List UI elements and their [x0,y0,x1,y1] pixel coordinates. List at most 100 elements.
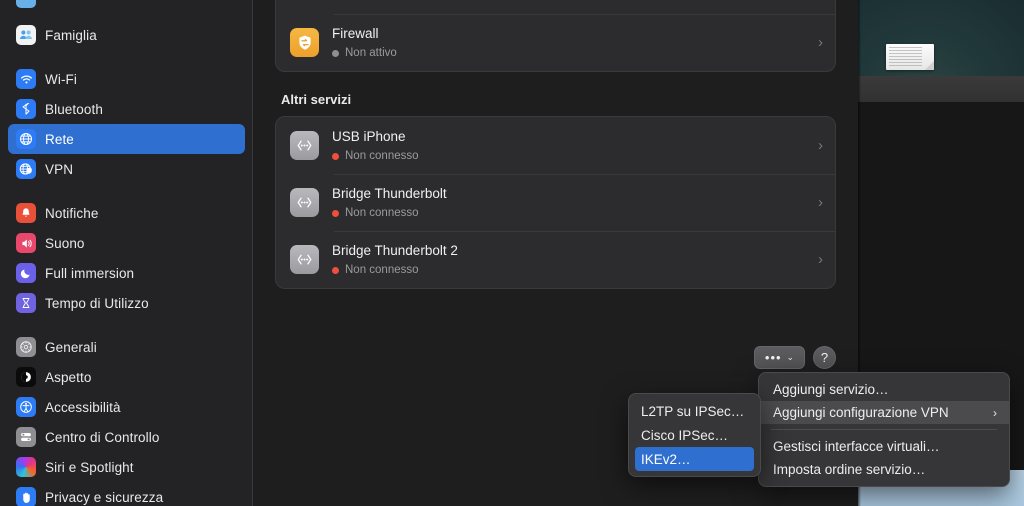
network-services-card: VPN Non attivo › [275,0,836,72]
table-row[interactable]: Firewall Non attivo › [276,14,835,71]
status-label: Non attivo [345,0,397,3]
status-label: Non connesso [345,264,419,276]
menu-item-label: L2TP su IPSec… [641,403,745,419]
wallpaper-shelf [858,76,1024,102]
toolbar: ••• ⌄ ? [754,346,836,369]
status-dot [332,209,339,217]
row-title: Bridge Thunderbolt 2 [332,243,458,258]
table-row[interactable]: VPN Non attivo › [276,0,835,14]
sidebar-item-label: Tempo di Utilizzo [45,295,149,311]
accessibility-icon [16,397,36,417]
menu-item-label: Cisco IPSec… [641,427,729,443]
sidebar-item-label: Rete [45,131,74,147]
ethernet-icon [290,245,319,274]
vpn-globe-icon [16,159,36,179]
sidebar-item-partial-icon[interactable] [16,0,36,8]
ellipsis-icon: ••• [764,350,782,365]
control-center-icon [16,427,36,447]
menu-item-label: IKEv2… [641,451,691,467]
chevron-right-icon[interactable]: › [818,195,823,210]
row-title: Bridge Thunderbolt [332,186,447,201]
row-title: Firewall [332,26,379,41]
gear-icon [16,337,36,357]
menu-separator [771,429,997,430]
menu-item-label: Aggiungi configurazione VPN [773,405,949,420]
sidebar-item-accessibilita[interactable]: Accessibilità [8,392,245,422]
sidebar-item-tempo-di-utilizzo[interactable]: Tempo di Utilizzo [8,288,245,318]
row-status: Non connesso [332,206,810,220]
chevron-right-icon[interactable]: › [818,35,823,50]
sidebar-item-notifiche[interactable]: Notifiche [8,198,245,228]
menu-item-aggiungi-servizio[interactable]: Aggiungi servizio… [759,378,1009,401]
sidebar-item-label: Wi-Fi [45,71,77,87]
sidebar-item-label: Famiglia [45,27,97,43]
hourglass-icon [16,293,36,313]
sidebar-item-label: Privacy e sicurezza [45,489,164,505]
row-text: Bridge Thunderbolt 2 Non connesso [332,242,810,277]
sidebar-item-centro-di-controllo[interactable]: Centro di Controllo [8,422,245,452]
family-icon [16,25,36,45]
vpn-type-submenu[interactable]: L2TP su IPSec… Cisco IPSec… IKEv2… [628,393,761,477]
menu-item-ikev2[interactable]: IKEv2… [635,447,754,471]
document-lines [889,47,922,67]
sidebar-item-vpn[interactable]: VPN [8,154,245,184]
menu-item-imposta-ordine-servizio[interactable]: Imposta ordine servizio… [759,458,1009,481]
row-status: Non connesso [332,149,810,163]
sidebar-item-generali[interactable]: Generali [8,332,245,362]
appearance-contrast-icon [16,367,36,387]
bluetooth-icon [16,99,36,119]
ethernet-icon [290,188,319,217]
sidebar-item-privacy-e-sicurezza[interactable]: Privacy e sicurezza [8,482,245,506]
status-label: Non connesso [345,150,419,162]
siri-icon [16,457,36,477]
table-row[interactable]: USB iPhone Non connesso › [276,117,835,174]
row-text: Firewall Non attivo [332,25,810,60]
network-globe-icon [16,129,36,149]
help-button[interactable]: ? [813,346,836,369]
document-file-icon[interactable] [886,44,934,70]
speaker-icon [16,233,36,253]
sidebar-item-label: Aspetto [45,369,92,385]
sidebar-item-siri-e-spotlight[interactable]: Siri e Spotlight [8,452,245,482]
ethernet-icon [290,131,319,160]
menu-item-label: Aggiungi servizio… [773,382,889,397]
sidebar-item-label: Siri e Spotlight [45,459,134,475]
sidebar-item-label: Generali [45,339,97,355]
chevron-right-icon: › [993,405,997,420]
status-dot [332,49,339,57]
chevron-right-icon[interactable]: › [818,138,823,153]
menu-item-label: Imposta ordine servizio… [773,462,926,477]
table-row[interactable]: Bridge Thunderbolt Non connesso › [276,174,835,231]
sidebar-item-label: Suono [45,235,85,251]
table-row[interactable]: Bridge Thunderbolt 2 Non connesso › [276,231,835,288]
more-options-menu[interactable]: Aggiungi servizio… Aggiungi configurazio… [758,372,1010,487]
sidebar[interactable]: Famiglia Wi-Fi Bluetooth Rete VPN Notifi… [0,0,253,506]
sidebar-item-rete[interactable]: Rete [8,124,245,154]
sidebar-item-full-immersion[interactable]: Full immersion [8,258,245,288]
sidebar-item-aspetto[interactable]: Aspetto [8,362,245,392]
row-title: USB iPhone [332,129,406,144]
chevron-right-icon[interactable]: › [818,252,823,267]
firewall-shield-icon [290,28,319,57]
menu-item-gestisci-interfacce-virtuali[interactable]: Gestisci interfacce virtuali… [759,435,1009,458]
sidebar-item-famiglia[interactable]: Famiglia [8,20,245,50]
status-dot [332,152,339,160]
row-text: VPN Non attivo [332,0,810,3]
section-header-altri-servizi: Altri servizi [281,92,352,107]
more-options-button[interactable]: ••• ⌄ [754,346,805,369]
menu-item-l2tp-su-ipsec[interactable]: L2TP su IPSec… [629,399,760,423]
menu-item-aggiungi-configurazione-vpn[interactable]: Aggiungi configurazione VPN › [759,401,1009,424]
sidebar-item-wifi[interactable]: Wi-Fi [8,64,245,94]
sidebar-item-bluetooth[interactable]: Bluetooth [8,94,245,124]
bell-icon [16,203,36,223]
status-label: Non connesso [345,207,419,219]
sidebar-item-label: Accessibilità [45,399,121,415]
screen: Famiglia Wi-Fi Bluetooth Rete VPN Notifi… [0,0,1024,506]
moon-icon [16,263,36,283]
row-text: Bridge Thunderbolt Non connesso [332,185,810,220]
menu-item-cisco-ipsec[interactable]: Cisco IPSec… [629,423,760,447]
row-status: Non connesso [332,263,810,277]
sidebar-item-suono[interactable]: Suono [8,228,245,258]
